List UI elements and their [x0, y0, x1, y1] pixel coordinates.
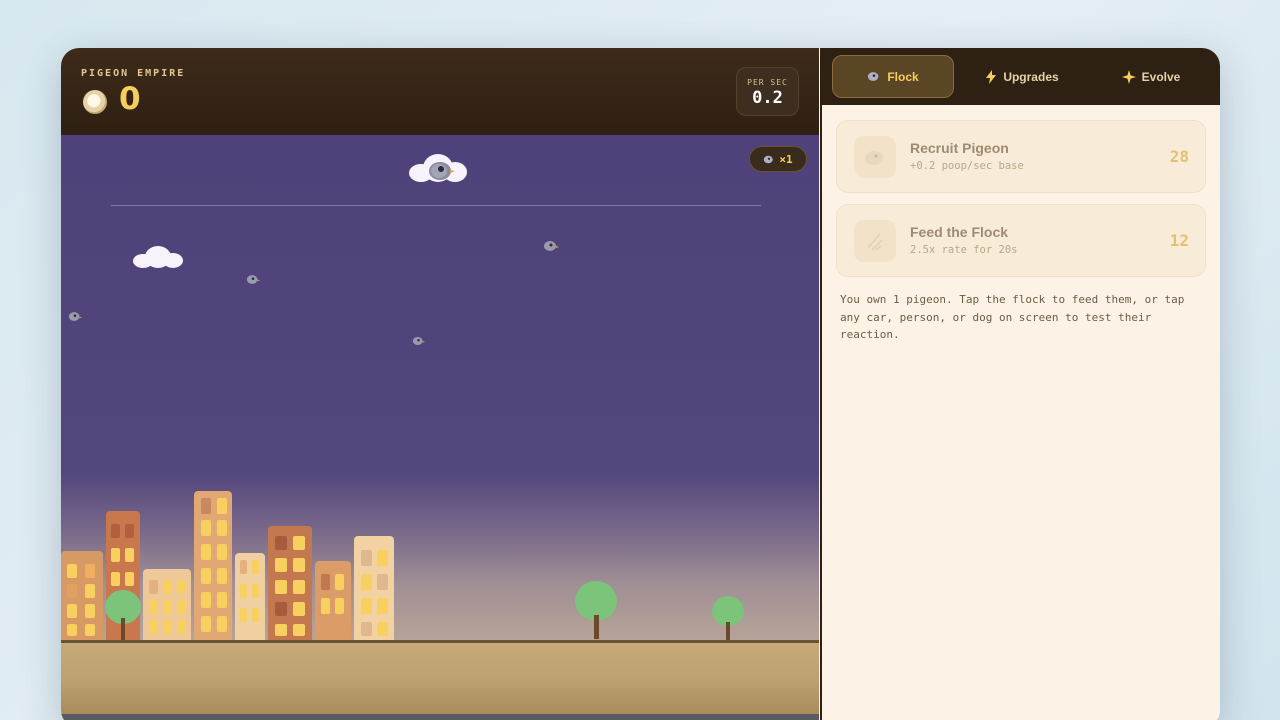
- power-line: [111, 205, 761, 206]
- rate-display: PER SEC 0.2: [736, 67, 799, 116]
- seed-icon: [854, 220, 896, 262]
- tab-flock[interactable]: Flock: [832, 55, 954, 98]
- feed-flock-card[interactable]: Feed the Flock 2.5x rate for 20s 12: [836, 204, 1206, 277]
- ground: [61, 640, 819, 720]
- tab-label: Upgrades: [1003, 69, 1059, 84]
- road[interactable]: [61, 714, 819, 720]
- poop-counter: 0: [119, 81, 141, 117]
- flock-badge[interactable]: ×1: [749, 146, 807, 172]
- tree: [575, 581, 617, 639]
- rate-value: 0.2: [752, 88, 783, 108]
- recruit-pigeon-card[interactable]: Recruit Pigeon +0.2 poop/sec base 28: [836, 120, 1206, 193]
- card-cost: 12: [1169, 231, 1189, 250]
- main-pigeon[interactable]: [426, 158, 456, 182]
- lightning-icon: [986, 69, 997, 84]
- flying-pigeon[interactable]: [68, 311, 82, 322]
- card-cost: 28: [1169, 147, 1189, 166]
- info-text: You own 1 pigeon. Tap the flock to feed …: [840, 293, 1185, 341]
- flying-pigeon[interactable]: [246, 274, 260, 285]
- card-subtitle: 2.5x rate for 20s: [910, 244, 1018, 256]
- tab-upgrades[interactable]: Upgrades: [960, 55, 1084, 98]
- tree: [105, 590, 141, 640]
- flying-pigeon[interactable]: [543, 240, 559, 252]
- pigeon-icon: [868, 72, 879, 81]
- poop-icon: [83, 90, 107, 114]
- flying-pigeon[interactable]: [412, 336, 425, 346]
- game-area: PIGEON EMPIRE 0 PER SEC 0.2 ×1: [61, 48, 819, 720]
- card-subtitle: +0.2 poop/sec base: [910, 160, 1024, 172]
- game-title: PIGEON EMPIRE: [81, 68, 186, 79]
- rate-label: PER SEC: [747, 78, 788, 87]
- flock-count: ×1: [779, 152, 793, 166]
- pigeon-icon: [764, 155, 774, 163]
- tab-bar: Flock Upgrades Evolve: [822, 48, 1220, 105]
- tab-evolve[interactable]: Evolve: [1090, 55, 1212, 98]
- tree: [712, 596, 744, 640]
- side-panel: Flock Upgrades Evolve Recruit Pigeon +0.…: [820, 48, 1220, 720]
- tab-label: Flock: [887, 69, 919, 84]
- pigeon-icon: [854, 136, 896, 178]
- hud-bar: PIGEON EMPIRE 0 PER SEC 0.2: [61, 48, 819, 135]
- sparkle-icon: [1121, 69, 1136, 84]
- tab-label: Evolve: [1141, 69, 1181, 84]
- card-title: Recruit Pigeon: [910, 140, 1009, 156]
- card-title: Feed the Flock: [910, 224, 1009, 240]
- game-window: PIGEON EMPIRE 0 PER SEC 0.2 ×1 Flock Upg…: [61, 48, 1220, 720]
- cloud: [133, 246, 183, 268]
